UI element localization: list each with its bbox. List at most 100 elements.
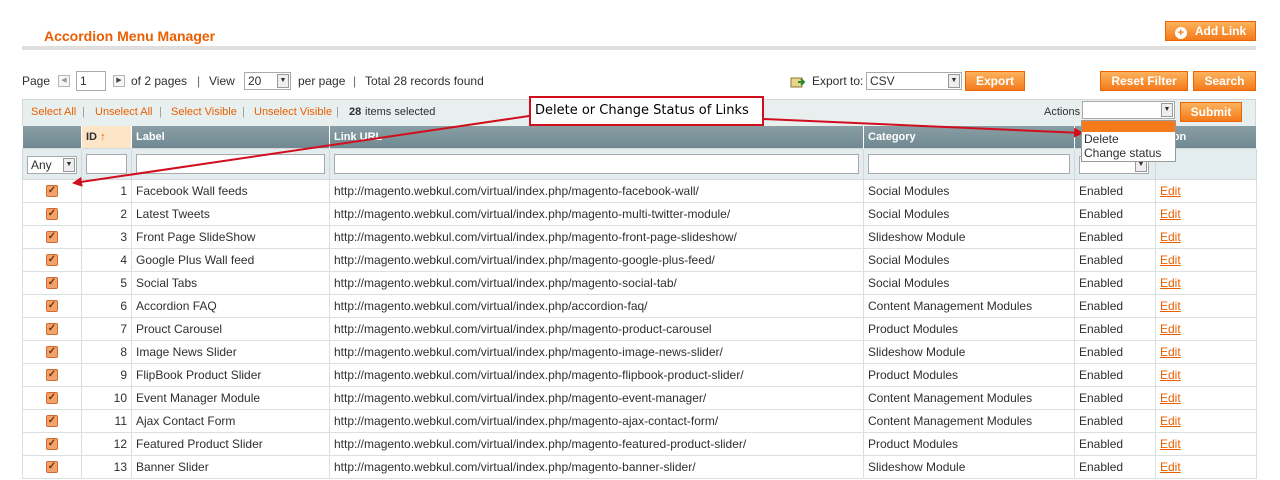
row-checkbox-cell: ✓	[22, 270, 82, 295]
edit-link[interactable]: Edit	[1160, 207, 1181, 221]
id-filter-input[interactable]	[86, 153, 127, 174]
row-checkbox[interactable]: ✓	[46, 438, 58, 451]
row-checkbox[interactable]: ✓	[46, 300, 58, 313]
row-checkbox-cell: ✓	[22, 454, 82, 479]
edit-link[interactable]: Edit	[1160, 391, 1181, 405]
add-link-button[interactable]: + Add Link	[1165, 21, 1256, 41]
select-all-link[interactable]: Select All	[31, 100, 76, 125]
row-checkbox[interactable]: ✓	[46, 323, 58, 336]
table-row[interactable]: ✓ 10 Event Manager Module http://magento.we…	[22, 385, 1257, 410]
actions-label: Actions	[1044, 106, 1081, 118]
chevron-down-icon: ▼	[277, 74, 289, 88]
row-checkbox[interactable]: ✓	[46, 346, 58, 359]
category-filter-input[interactable]	[868, 153, 1070, 174]
table-row[interactable]: ✓ 9 FlipBook Product Slider http://magento.…	[22, 362, 1257, 387]
actions-select[interactable]: ▼	[1082, 101, 1175, 119]
reset-filter-button[interactable]: Reset Filter	[1100, 71, 1188, 91]
edit-link[interactable]: Edit	[1160, 345, 1181, 359]
edit-link[interactable]: Edit	[1160, 414, 1181, 428]
export-format-value: CSV	[870, 74, 895, 88]
per-page-text: per page	[298, 74, 346, 88]
add-link-label: Add Link	[1194, 24, 1247, 38]
prev-page-icon[interactable]: ◀	[58, 75, 70, 87]
sort-arrow-icon: ↑	[100, 130, 106, 143]
table-row[interactable]: ✓ 7 Prouct Carousel http://magento.webkul.c…	[22, 316, 1257, 341]
label-filter-input[interactable]	[136, 153, 325, 174]
id-filter-cell	[81, 147, 132, 180]
chevron-down-icon: ▼	[63, 157, 75, 172]
table-row[interactable]: ✓ 11 Ajax Contact Form http://magento.webku…	[22, 408, 1257, 433]
unselect-all-link[interactable]: Unselect All	[95, 100, 152, 125]
id-column-header[interactable]: ID ↑	[81, 126, 132, 148]
category-cell: Social Modules	[863, 270, 1075, 295]
url-cell: http://magento.webkul.com/virtual/index.…	[329, 408, 864, 433]
row-checkbox[interactable]: ✓	[46, 185, 58, 198]
row-checkbox[interactable]: ✓	[46, 208, 58, 221]
id-cell: 4	[81, 247, 132, 272]
edit-link[interactable]: Edit	[1160, 368, 1181, 382]
dropdown-option-change-status[interactable]: Change status	[1082, 146, 1175, 160]
row-checkbox-cell: ✓	[22, 385, 82, 410]
table-row[interactable]: ✓ 2 Latest Tweets http://magento.webkul.com…	[22, 201, 1257, 226]
checkbox-filter-select[interactable]: Any ▼	[27, 155, 77, 174]
row-checkbox[interactable]: ✓	[46, 461, 58, 474]
pager-separator: |	[197, 74, 201, 88]
edit-link[interactable]: Edit	[1160, 460, 1181, 474]
table-row[interactable]: ✓ 1 Facebook Wall feeds http://magento.webk…	[22, 178, 1257, 203]
select-visible-link[interactable]: Select Visible	[171, 100, 237, 125]
table-row[interactable]: ✓ 12 Featured Product Slider http://magento…	[22, 431, 1257, 456]
status-cell: Enabled	[1074, 385, 1156, 410]
next-page-icon[interactable]: ▶	[113, 75, 125, 87]
table-row[interactable]: ✓ 8 Image News Slider http://magento.webkul…	[22, 339, 1257, 364]
page-title: Accordion Menu Manager	[44, 28, 216, 44]
export-label: Export to:	[812, 74, 864, 88]
edit-link[interactable]: Edit	[1160, 230, 1181, 244]
id-cell: 9	[81, 362, 132, 387]
table-row[interactable]: ✓ 3 Front Page SlideShow http://magento.web…	[22, 224, 1257, 249]
row-checkbox[interactable]: ✓	[46, 231, 58, 244]
category-column-header[interactable]: Category	[863, 126, 1075, 148]
url-column-header[interactable]: Link URL	[329, 126, 864, 148]
search-button[interactable]: Search	[1193, 71, 1256, 91]
url-filter-cell	[329, 147, 864, 180]
row-checkbox-cell: ✓	[22, 293, 82, 318]
table-row[interactable]: ✓ 13 Banner Slider http://magento.webkul.co…	[22, 454, 1257, 479]
edit-link[interactable]: Edit	[1160, 253, 1181, 267]
category-cell: Product Modules	[863, 362, 1075, 387]
filter-row: Any ▼ ▼	[22, 147, 1257, 180]
action-cell: Edit	[1155, 385, 1257, 410]
row-checkbox[interactable]: ✓	[46, 392, 58, 405]
row-checkbox[interactable]: ✓	[46, 277, 58, 290]
per-page-select[interactable]: 20 ▼	[244, 72, 291, 90]
action-cell: Edit	[1155, 293, 1257, 318]
status-cell: Enabled	[1074, 224, 1156, 249]
label-column-header[interactable]: Label	[131, 126, 330, 148]
edit-link[interactable]: Edit	[1160, 184, 1181, 198]
export-button[interactable]: Export	[965, 71, 1025, 91]
table-row[interactable]: ✓ 4 Google Plus Wall feed http://magento.we…	[22, 247, 1257, 272]
edit-link[interactable]: Edit	[1160, 276, 1181, 290]
table-row[interactable]: ✓ 6 Accordion FAQ http://magento.webkul.com…	[22, 293, 1257, 318]
per-page-value: 20	[248, 74, 262, 88]
id-cell: 10	[81, 385, 132, 410]
submit-button[interactable]: Submit	[1180, 102, 1242, 122]
edit-link[interactable]: Edit	[1160, 322, 1181, 336]
unselect-visible-link[interactable]: Unselect Visible	[254, 100, 332, 125]
row-checkbox[interactable]: ✓	[46, 254, 58, 267]
label-cell: Event Manager Module	[131, 385, 330, 410]
edit-link[interactable]: Edit	[1160, 299, 1181, 313]
action-cell: Edit	[1155, 201, 1257, 226]
dropdown-option-delete[interactable]: Delete	[1082, 132, 1175, 146]
export-format-select[interactable]: CSV ▼	[866, 72, 962, 90]
row-checkbox-cell: ✓	[22, 408, 82, 433]
label-cell: Featured Product Slider	[131, 431, 330, 456]
action-cell: Edit	[1155, 316, 1257, 341]
page-number-input[interactable]: 1	[76, 71, 106, 91]
row-checkbox-cell: ✓	[22, 431, 82, 456]
action-cell: Edit	[1155, 247, 1257, 272]
edit-link[interactable]: Edit	[1160, 437, 1181, 451]
url-filter-input[interactable]	[334, 153, 859, 174]
table-row[interactable]: ✓ 5 Social Tabs http://magento.webkul.com/v…	[22, 270, 1257, 295]
row-checkbox[interactable]: ✓	[46, 415, 58, 428]
row-checkbox[interactable]: ✓	[46, 369, 58, 382]
